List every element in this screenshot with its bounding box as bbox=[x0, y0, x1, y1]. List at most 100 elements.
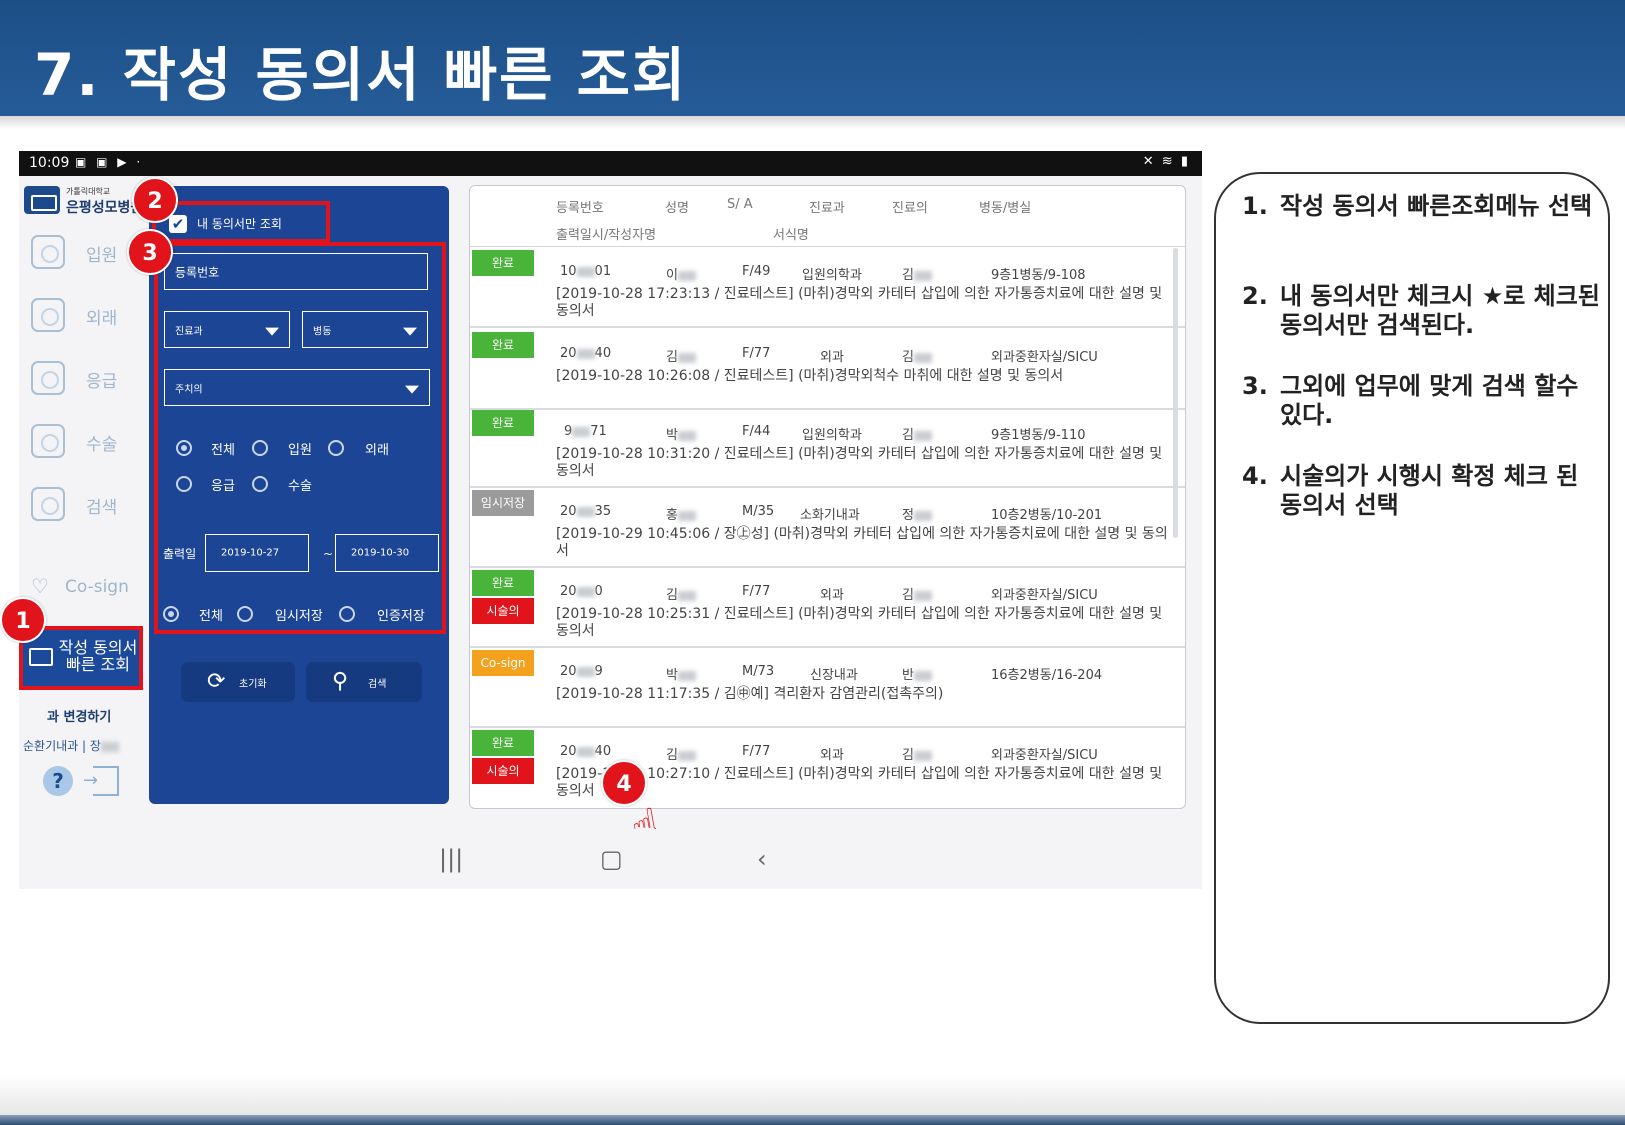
row-doctor: 김 bbox=[902, 744, 932, 763]
table-row[interactable]: 완료 9 71 박 F/44 입원의학과 김 9층1병동/9-110 [2019-… bbox=[470, 408, 1185, 488]
row-doctor: 김 bbox=[902, 264, 932, 283]
nav-item-surgery[interactable]: 수술 bbox=[31, 420, 143, 464]
nav-item-label: 작성 동의서 빠른 조회 bbox=[58, 638, 138, 674]
attending-doctor-select[interactable]: 주치의 bbox=[164, 369, 430, 406]
instruction-text: 시술의가 시행시 확정 체크 된 동의서 선택 bbox=[1280, 462, 1579, 519]
outpatient-icon bbox=[31, 298, 65, 332]
marker-1: 1 bbox=[0, 597, 46, 643]
dept-select-value: 진료과 bbox=[175, 326, 203, 337]
nav-item-search[interactable]: 검색 bbox=[31, 483, 143, 527]
checkbox-checked-icon[interactable]: ✔ bbox=[169, 215, 187, 233]
radio-label: 임시저장 bbox=[275, 609, 323, 624]
status-badge-operator: 시술의 bbox=[472, 758, 534, 784]
home-icon[interactable]: ▢ bbox=[600, 845, 623, 873]
consent-list: 등록번호 성명 S/ A 진료과 진료의 병동/병실 출력일시/작성자명 서식명… bbox=[469, 185, 1186, 809]
user-dept: 순환기내과 | 장 bbox=[23, 739, 101, 753]
logout-icon[interactable] bbox=[83, 766, 119, 796]
marker-3: 3 bbox=[127, 229, 173, 275]
radio-label: 수술 bbox=[288, 479, 312, 494]
col-reg-no: 등록번호 bbox=[556, 201, 604, 216]
nav-item-outpatient[interactable]: 외래 bbox=[31, 294, 143, 338]
reg-no-input[interactable]: 등록번호 bbox=[164, 253, 428, 290]
col-printed: 출력일시/작성자명 bbox=[556, 228, 657, 243]
highlight-box-3 bbox=[154, 242, 446, 634]
ward-select[interactable]: 병동 bbox=[302, 311, 428, 348]
row-ward: 9층1병동/9-110 bbox=[991, 428, 1086, 443]
status-badge-done: 완료 bbox=[472, 570, 534, 596]
row-sex-age: F/49 bbox=[742, 264, 771, 279]
radio-label: 외래 bbox=[365, 443, 389, 458]
row-description: [2019-10-28 11:17:35 / 김㊥예] 격리환자 감염관리(접촉… bbox=[556, 686, 944, 702]
row-reg-no: 20 9 bbox=[560, 664, 603, 679]
row-dept: 입원의학과 bbox=[802, 268, 862, 283]
chevron-down-icon bbox=[405, 385, 419, 394]
table-row[interactable]: 완료 10 01 이 F/49 입원의학과 김 9층1병동/9-108 [2019… bbox=[470, 248, 1185, 328]
row-sex-age: F/77 bbox=[742, 744, 771, 759]
row-name: 김 bbox=[666, 744, 696, 763]
help-icon[interactable]: ? bbox=[43, 766, 73, 796]
status-time: 10:09 bbox=[29, 155, 70, 171]
search-icon bbox=[31, 487, 65, 521]
table-row[interactable]: 완료 시술의 20 0 김 F/77 외과 김 외과중환자실/SICU [2019… bbox=[470, 568, 1185, 648]
radio-visit-all[interactable] bbox=[176, 440, 192, 456]
radio-visit-surgery[interactable] bbox=[252, 476, 268, 492]
change-department-link[interactable]: 과 변경하기 bbox=[47, 706, 111, 725]
briefcase-icon bbox=[29, 648, 53, 666]
back-icon[interactable]: ‹ bbox=[757, 845, 767, 873]
slide-header: 7. 작성 동의서 빠른 조회 bbox=[0, 0, 1625, 116]
radio-save-all[interactable] bbox=[163, 606, 179, 622]
radio-visit-outpatient[interactable] bbox=[328, 440, 344, 456]
reset-label: 초기화 bbox=[239, 679, 267, 690]
row-description: [2019-10-28 10:26:08 / 진료테스트] (마취)경막외척수 … bbox=[556, 368, 1064, 384]
radio-visit-inpatient[interactable] bbox=[252, 440, 268, 456]
row-reg-no: 9 71 bbox=[564, 424, 607, 439]
row-description: [2019-10-28 10:25:31 / 진료테스트] (마취)경막외 카테… bbox=[556, 606, 1163, 639]
refresh-icon: ⟳ bbox=[207, 669, 226, 694]
col-ward: 병동/병실 bbox=[979, 201, 1032, 216]
reset-button[interactable]: ⟳ 초기화 bbox=[181, 662, 295, 702]
date-to-input[interactable]: 2019-10-30 bbox=[335, 534, 439, 572]
row-name: 김 bbox=[666, 346, 696, 365]
nav-item-cosign[interactable]: Co-sign bbox=[65, 577, 129, 597]
instruction-item: 4. 시술의가 시행시 확정 체크 된 동의서 선택 bbox=[1242, 462, 1602, 520]
status-bar: 10:09 ▣ ▣ ▶ · ✕ ≋ ▮ bbox=[19, 151, 1202, 176]
row-sex-age: F/77 bbox=[742, 346, 771, 361]
row-reg-no: 10 01 bbox=[560, 264, 612, 279]
instructions-panel: 1. 작성 동의서 빠른조회메뉴 선택 2. 내 동의서만 체크시 ★로 체크된… bbox=[1214, 172, 1610, 1024]
table-row[interactable]: Co-sign 20 9 박 M/73 신장내과 반 16층2병동/16-204 … bbox=[470, 648, 1185, 728]
row-dept: 소화기내과 bbox=[800, 508, 860, 523]
radio-visit-emergency[interactable] bbox=[176, 476, 192, 492]
dept-select[interactable]: 진료과 bbox=[164, 311, 290, 348]
table-row[interactable]: 완료 20 40 김 F/77 외과 김 외과중환자실/SICU [2019-10… bbox=[470, 330, 1185, 410]
header-divider bbox=[470, 246, 1185, 247]
status-badge-operator: 시술의 bbox=[472, 598, 534, 624]
nav-item-emergency[interactable]: 응급 bbox=[31, 357, 143, 401]
instruction-text: 내 동의서만 체크시 ★로 체크된 동의서만 검색된다. bbox=[1280, 282, 1600, 339]
reg-no-placeholder: 등록번호 bbox=[175, 265, 220, 279]
recent-apps-icon[interactable]: ||| bbox=[439, 845, 463, 873]
row-dept: 외과 bbox=[820, 748, 844, 763]
row-doctor: 김 bbox=[902, 584, 932, 603]
instruction-number: 1. bbox=[1242, 192, 1268, 220]
chevron-down-icon bbox=[265, 327, 279, 336]
date-from-input[interactable]: 2019-10-27 bbox=[205, 534, 309, 572]
ward-select-value: 병동 bbox=[313, 326, 332, 337]
row-reg-no: 20 35 bbox=[560, 504, 612, 519]
redacted-name bbox=[100, 741, 119, 752]
search-button[interactable]: ⚲ 검색 bbox=[306, 662, 422, 702]
table-row[interactable]: 임시저장 20 35 홍 M/35 소화기내과 정 10층2병동/10-201 [… bbox=[470, 488, 1185, 568]
date-from-value: 2019-10-27 bbox=[221, 547, 280, 559]
radio-save-certified[interactable] bbox=[339, 606, 355, 622]
row-ward: 9층1병동/9-108 bbox=[991, 268, 1086, 283]
row-description: [2019-10-28 10:31:20 / 진료테스트] (마취)경막외 카테… bbox=[556, 446, 1163, 479]
row-reg-no: 20 40 bbox=[560, 346, 612, 361]
instruction-text: 작성 동의서 빠른조회메뉴 선택 bbox=[1280, 192, 1593, 220]
instruction-item: 2. 내 동의서만 체크시 ★로 체크된 동의서만 검색된다. bbox=[1242, 282, 1602, 340]
status-badge-done: 완료 bbox=[472, 250, 534, 276]
search-panel: ✔ 내 동의서만 조회 등록번호 진료과 병동 주치의 전체 입원 외래 응급 … bbox=[149, 186, 449, 804]
radio-save-temp[interactable] bbox=[237, 606, 253, 622]
table-row[interactable]: 완료 시술의 20 40 김 F/77 외과 김 외과중환자실/SICU [201… bbox=[470, 728, 1185, 808]
row-sex-age: M/73 bbox=[742, 664, 775, 679]
row-dept: 신장내과 bbox=[810, 668, 858, 683]
row-sex-age: M/35 bbox=[742, 504, 775, 519]
